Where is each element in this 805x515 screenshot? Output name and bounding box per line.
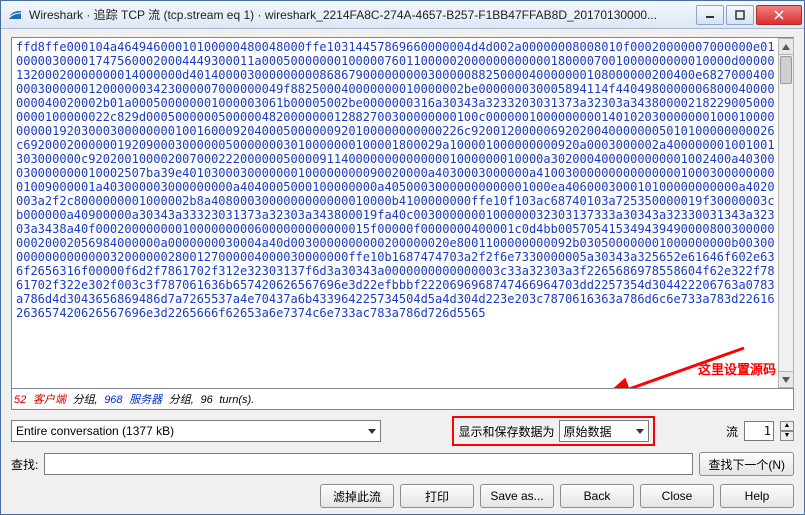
highlight-box: 显示和保存数据为 原始数据 (452, 416, 654, 446)
data-format-select[interactable]: 原始数据 (559, 420, 649, 442)
find-row: 查找: 查找下一个(N) (11, 452, 794, 476)
maximize-button[interactable] (726, 5, 754, 25)
filter-out-button[interactable]: 滤掉此流 (320, 484, 394, 508)
stream-spinner: ▲ ▼ (780, 421, 794, 441)
close-button[interactable] (756, 5, 802, 25)
stream-number-input[interactable] (744, 421, 774, 441)
scroll-down-button[interactable] (779, 371, 793, 387)
find-label: 查找: (11, 456, 38, 473)
client-pkt-count: 52 (14, 394, 26, 406)
server-pkt-count: 968 (104, 394, 122, 406)
conversation-select[interactable]: Entire conversation (1377 kB) (11, 420, 381, 442)
turns-label: turn(s). (219, 394, 254, 406)
turn-count: 96 (200, 394, 212, 406)
button-bar: 滤掉此流 打印 Save as... Back Close Help (11, 484, 794, 508)
vertical-scrollbar[interactable] (778, 38, 794, 388)
hex-content[interactable]: ffd8ffe000104a46494600010100000480048000… (12, 38, 778, 388)
conversation-value: Entire conversation (1377 kB) (16, 424, 174, 438)
sep1: 分组, (73, 394, 98, 406)
help-button[interactable]: Help (720, 484, 794, 508)
save-as-button[interactable]: Save as... (480, 484, 554, 508)
scroll-up-button[interactable] (779, 39, 793, 55)
titlebar: Wireshark · 追踪 TCP 流 (tcp.stream eq 1) ·… (1, 1, 804, 29)
print-button[interactable]: 打印 (400, 484, 474, 508)
hex-viewer: ffd8ffe000104a46494600010100000480048000… (11, 37, 794, 389)
data-format-value: 原始数据 (564, 423, 612, 440)
content-area: ffd8ffe000104a46494600010100000480048000… (1, 29, 804, 514)
back-button[interactable]: Back (560, 484, 634, 508)
server-label: 服务器 (129, 394, 162, 406)
stream-spin-up[interactable]: ▲ (780, 421, 794, 431)
status-line: 52 客户端 分组, 968 服务器 分组, 96 turn(s). (11, 389, 794, 410)
client-label: 客户端 (33, 394, 66, 406)
close-dialog-button[interactable]: Close (640, 484, 714, 508)
window-title: Wireshark · 追踪 TCP 流 (tcp.stream eq 1) ·… (29, 6, 694, 23)
wireshark-icon (7, 7, 23, 23)
scroll-thumb[interactable] (780, 56, 792, 84)
find-input[interactable] (44, 453, 693, 475)
options-row: Entire conversation (1377 kB) 显示和保存数据为 原… (11, 416, 794, 446)
wireshark-follow-stream-window: Wireshark · 追踪 TCP 流 (tcp.stream eq 1) ·… (0, 0, 805, 515)
stream-label: 流 (726, 423, 738, 440)
display-save-label: 显示和保存数据为 (458, 423, 554, 440)
sep2: 分组, (169, 394, 194, 406)
find-next-button[interactable]: 查找下一个(N) (699, 452, 794, 476)
window-controls (694, 5, 802, 25)
minimize-button[interactable] (696, 5, 724, 25)
stream-spin-down[interactable]: ▼ (780, 431, 794, 441)
